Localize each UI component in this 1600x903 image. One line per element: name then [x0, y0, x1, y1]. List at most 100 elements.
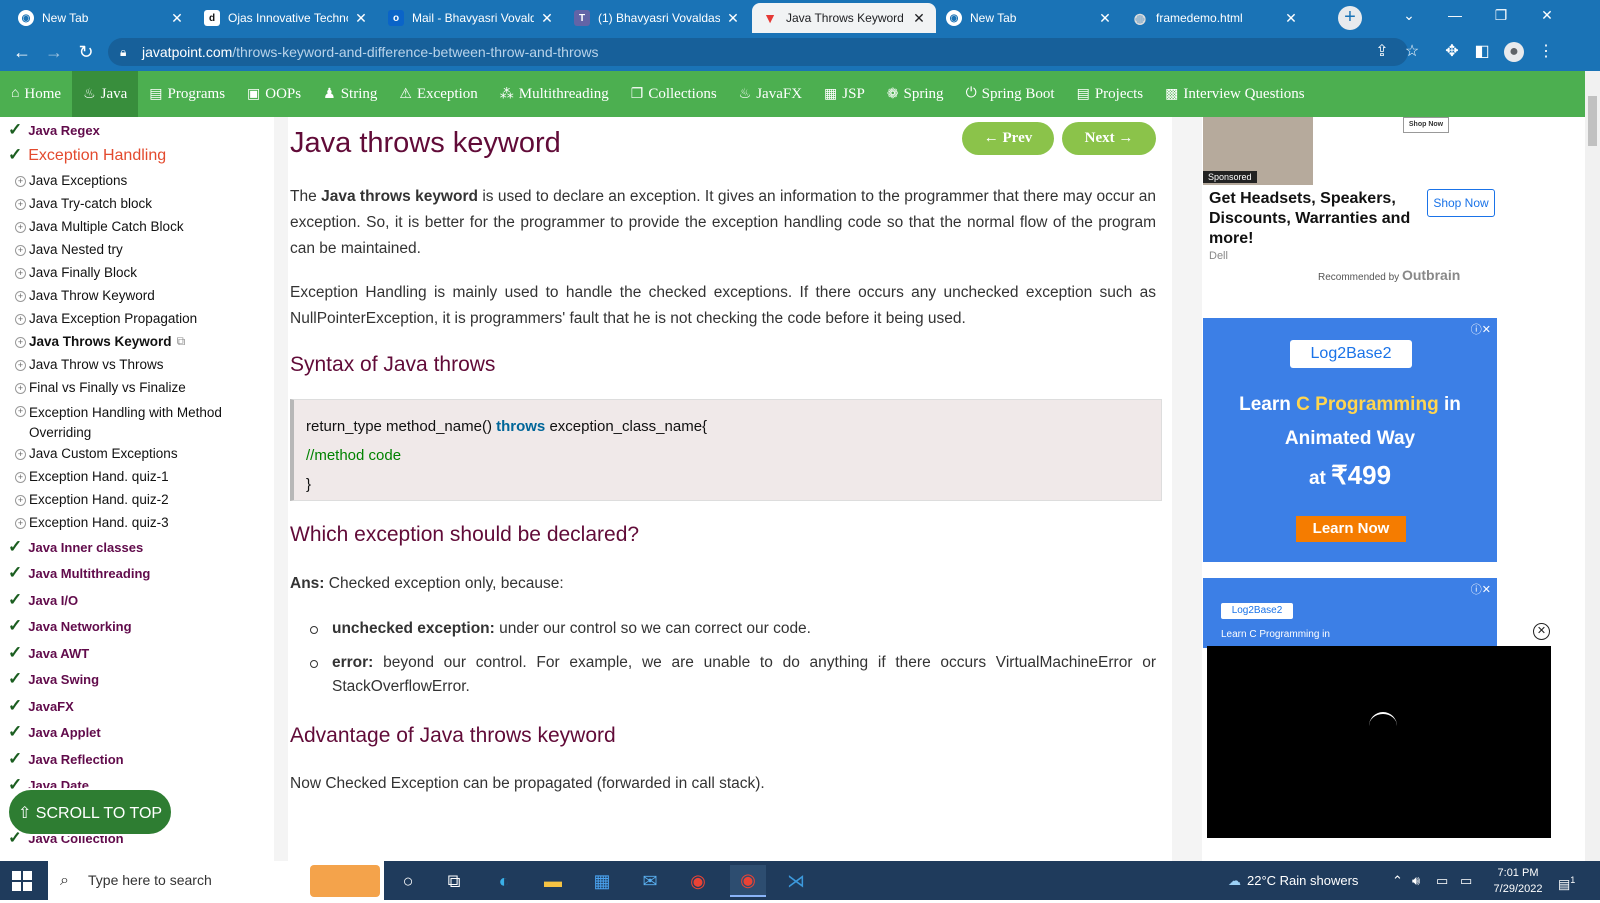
windows-start-icon[interactable]	[12, 871, 32, 891]
tab-search-icon[interactable]: ⌄	[1386, 0, 1432, 30]
sidebar-item-quiz-1[interactable]: + Exception Hand. quiz-1	[15, 469, 169, 484]
nav-javafx[interactable]: ♨ JavaFX	[728, 71, 813, 117]
store-icon[interactable]: ▦	[584, 865, 620, 897]
tab-new-tab-2[interactable]: ◉ New Tab ✕	[936, 3, 1122, 33]
sidebar-item-exception-propagation[interactable]: + Java Exception Propagation	[15, 311, 197, 326]
ad-shop-now-button[interactable]: Shop Now	[1427, 189, 1495, 217]
sidebar-item-applet[interactable]: ✓ Java Applet	[8, 722, 101, 742]
bookmark-star-icon[interactable]: ☆	[1402, 42, 1422, 62]
sidebar-item-multiple-catch[interactable]: + Java Multiple Catch Block	[15, 219, 184, 234]
sidebar-item-reflection[interactable]: ✓ Java Reflection	[8, 749, 124, 769]
log2base2-ad-small[interactable]: ⓘ✕ Log2Base2 Learn C Programming in	[1203, 578, 1497, 648]
sidebar-item-java-exceptions[interactable]: + Java Exceptions	[15, 173, 127, 188]
nav-oops[interactable]: ▣ OOPs	[236, 71, 312, 117]
ad-shop-now-small[interactable]: Shop Now	[1403, 117, 1449, 133]
battery-icon[interactable]: ▭	[1436, 861, 1448, 900]
close-icon[interactable]: ✕	[1284, 10, 1298, 27]
sidebar-item-throw-vs-throws[interactable]: + Java Throw vs Throws	[15, 357, 164, 372]
url-field[interactable]: 🔒︎ javatpoint.com/throws-keyword-and-dif…	[108, 38, 1408, 66]
side-panel-icon[interactable]: ◧	[1472, 42, 1492, 62]
share-icon[interactable]: ⇪	[1372, 42, 1392, 62]
nav-java[interactable]: ♨ Java	[72, 71, 139, 117]
page-scrollbar[interactable]	[1585, 71, 1600, 861]
menu-kebab-icon[interactable]: ⋮	[1536, 42, 1556, 62]
network-icon[interactable]: ▭	[1460, 861, 1472, 900]
close-icon[interactable]: ✕	[912, 10, 926, 27]
volume-icon[interactable]: 🔊︎	[1412, 861, 1420, 900]
ad-close-icon[interactable]: ⓘ✕	[1469, 581, 1491, 596]
next-button[interactable]: Next →	[1062, 122, 1156, 155]
sidebar-item-multithreading[interactable]: ✓ Java Multithreading	[8, 563, 150, 583]
sidebar-item-throw-keyword[interactable]: + Java Throw Keyword	[15, 288, 155, 303]
sidebar-item-finally-block[interactable]: + Java Finally Block	[15, 265, 137, 280]
ad-title[interactable]: Get Headsets, Speakers, Discounts, Warra…	[1209, 189, 1419, 249]
back-icon[interactable]: ←	[10, 41, 34, 63]
video-player[interactable]	[1207, 646, 1551, 838]
prev-button[interactable]: ← Prev	[962, 122, 1054, 155]
nav-jsp[interactable]: ▦ JSP	[813, 71, 876, 117]
reload-icon[interactable]: ↻	[74, 41, 98, 63]
sidebar-item-awt[interactable]: ✓ Java AWT	[8, 643, 89, 663]
tab-new-tab-1[interactable]: ◉ New Tab ✕	[8, 3, 194, 33]
file-explorer-icon[interactable]: ▬	[535, 865, 571, 897]
log2base2-ad[interactable]: ⓘ✕ Log2Base2 Learn C Programming in Anim…	[1203, 318, 1497, 562]
sidebar-item-method-overriding[interactable]: + Exception Handling with Method Overridi…	[15, 403, 245, 443]
nav-multithreading[interactable]: ⁂ Multithreading	[489, 71, 620, 117]
tab-framedemo[interactable]: ◍ framedemo.html ✕	[1122, 3, 1308, 33]
taskbar-search[interactable]: ⌕ Type here to search	[48, 861, 384, 900]
video-close-icon[interactable]: ✕	[1533, 623, 1550, 640]
extensions-icon[interactable]: ✥	[1442, 42, 1462, 62]
forward-icon[interactable]: →	[42, 41, 66, 63]
vscode-icon[interactable]: ⋊	[778, 865, 814, 897]
tab-ojas[interactable]: d Ojas Innovative Technol ✕	[194, 3, 378, 33]
tab-mail[interactable]: o Mail - Bhavyasri Vovald ✕	[378, 3, 564, 33]
scroll-to-top-button[interactable]: ⇧ SCROLL TO TOP	[7, 788, 173, 836]
sidebar-item-custom-exceptions[interactable]: + Java Custom Exceptions	[15, 446, 178, 461]
learn-now-button[interactable]: Learn Now	[1296, 516, 1406, 542]
chrome-active-icon[interactable]: ◉	[730, 865, 766, 897]
ad-close-icon[interactable]: ⓘ✕	[1469, 321, 1491, 336]
sidebar-item-nested-try[interactable]: + Java Nested try	[15, 242, 123, 257]
show-hidden-icons-icon[interactable]: ⌃	[1392, 861, 1403, 900]
nav-programs[interactable]: ▤ Programs	[138, 71, 236, 117]
close-icon[interactable]: ✕	[170, 10, 184, 27]
sidebar-item-try-catch[interactable]: + Java Try-catch block	[15, 196, 152, 211]
system-clock[interactable]: 7:01 PM 7/29/2022	[1488, 865, 1548, 897]
chrome-icon[interactable]: ◉	[680, 865, 716, 897]
sidebar-item-final-finally-finalize[interactable]: + Final vs Finally vs Finalize	[15, 380, 186, 395]
sidebar-item-throws-keyword[interactable]: + Java Throws Keyword ⧉	[15, 334, 185, 349]
sidebar-item-swing[interactable]: ✓ Java Swing	[8, 669, 99, 689]
scrollbar-thumb[interactable]	[1588, 96, 1597, 146]
recommended-by[interactable]: Recommended by Outbrain	[1318, 267, 1460, 283]
sidebar-item-io[interactable]: ✓ Java I/O	[8, 590, 78, 610]
nav-spring[interactable]: ❁ Spring	[876, 71, 955, 117]
nav-home[interactable]: ⌂ Home	[0, 71, 72, 117]
sidebar-item-inner-classes[interactable]: ✓ Java Inner classes	[8, 537, 143, 557]
nav-exception[interactable]: ⚠ Exception	[388, 71, 488, 117]
edge-icon[interactable]: ◐	[486, 865, 522, 897]
mail-icon[interactable]: ✉	[632, 865, 668, 897]
close-icon[interactable]: ✕	[726, 10, 740, 27]
sidebar-heading-exception-handling[interactable]: ✓ Exception Handling	[8, 145, 166, 165]
tab-java-throws[interactable]: ▼ Java Throws Keyword - ✕	[752, 3, 936, 33]
nav-projects[interactable]: ▤ Projects	[1066, 71, 1155, 117]
tab-teams[interactable]: T (1) Bhavyasri Vovaldas ( ✕	[564, 3, 750, 33]
weather-widget[interactable]: ☁ 22°C Rain showers	[1228, 861, 1358, 900]
profile-avatar-icon[interactable]: ●	[1504, 42, 1524, 62]
sidebar-item-javafx[interactable]: ✓ JavaFX	[8, 696, 74, 716]
sidebar-item-networking[interactable]: ✓ Java Networking	[8, 616, 132, 636]
nav-spring-boot[interactable]: ⏻ Spring Boot	[955, 71, 1066, 117]
close-window-icon[interactable]: ✕	[1524, 0, 1570, 30]
notifications-icon[interactable]: ▤1	[1558, 861, 1575, 900]
sidebar-item-quiz-2[interactable]: + Exception Hand. quiz-2	[15, 492, 169, 507]
nav-interview-questions[interactable]: ▩ Interview Questions	[1154, 71, 1315, 117]
sidebar-item-quiz-3[interactable]: + Exception Hand. quiz-3	[15, 515, 169, 530]
sidebar-item-java-regex[interactable]: ✓ Java Regex	[8, 120, 100, 140]
close-icon[interactable]: ✕	[540, 10, 554, 27]
close-icon[interactable]: ✕	[1098, 10, 1112, 27]
nav-collections[interactable]: ❐ Collections	[620, 71, 728, 117]
new-tab-button[interactable]: +	[1338, 6, 1362, 30]
minimize-icon[interactable]: —	[1432, 0, 1478, 30]
restore-icon[interactable]: ❐	[1478, 0, 1524, 30]
nav-string[interactable]: ♟ String	[312, 71, 388, 117]
